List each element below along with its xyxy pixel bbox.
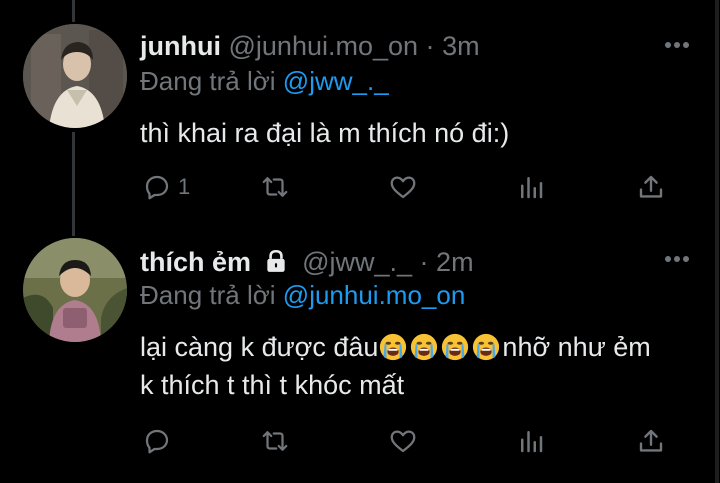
avatar[interactable] [23,24,127,128]
tweet-text-line: k thích t thì t khóc mất [140,370,405,400]
tweet-text: lại càng k được đâu nhỡ như ẻm k thích t … [140,328,710,404]
tweet-actions: 1 [140,170,680,210]
reply-bubble-icon [145,429,169,454]
replying-to: Đang trả lời @jww_._ [140,66,389,96]
tweet-text-line: thì khai ra đại là m thích nó đi:) [140,118,510,148]
loudly-crying-face-emoji [473,333,500,361]
share-button[interactable] [636,424,666,458]
heart-icon [390,176,416,199]
like-button[interactable] [388,424,418,458]
lock-icon [266,249,285,272]
share-icon [639,429,663,452]
reply-mention-link[interactable]: @junhui.mo_on [283,280,466,310]
tweet-header: junhui @junhui.mo_on · 3m [140,30,480,62]
scrollbar[interactable] [714,0,720,483]
avatar[interactable] [23,238,127,342]
display-name[interactable]: junhui [140,31,221,61]
replying-to: Đang trả lời @junhui.mo_on [140,280,465,310]
avatar-photo [23,238,127,342]
analytics-icon [521,431,543,453]
replying-to-label: Đang trả lời [140,66,276,96]
loudly-crying-face-emoji [442,333,469,361]
separator-dot: · [419,247,429,277]
analytics-icon [521,177,543,199]
retweet-button[interactable] [260,170,290,204]
retweet-icon [262,177,288,197]
tweet-jww[interactable]: thích ẻm @jww_._ · 2m Đang trả lời @junh… [0,236,720,483]
tweet-text-segment: nhỡ như ẻm [502,332,651,362]
loudly-crying-face-emoji [411,333,438,361]
tweet-text: thì khai ra đại là m thích nó đi:) [140,114,710,152]
share-icon [639,175,663,198]
reply-count: 1 [178,174,191,199]
display-name[interactable]: thích ẻm [140,247,251,277]
tweet-text-segment: lại càng k được đâu [140,332,379,362]
user-handle[interactable]: @junhui.mo_on [229,31,419,61]
tweet-header: thích ẻm @jww_._ · 2m [140,246,474,278]
retweet-icon [262,431,288,451]
heart-icon [390,430,416,453]
loudly-crying-face-emoji [380,333,407,361]
like-button[interactable] [388,170,418,204]
more-horizontal-icon[interactable] [664,40,690,50]
tweet-actions [140,424,680,464]
avatar-photo [23,24,127,128]
reply-bubble-icon [145,175,169,200]
tweet-junhui[interactable]: junhui @junhui.mo_on · 3m Đang trả lời @… [0,0,720,236]
reply-mention-link[interactable]: @jww_._ [283,66,389,96]
timestamp[interactable]: 2m [436,247,474,277]
views-button[interactable] [516,170,546,204]
retweet-button[interactable] [260,424,290,458]
tweet-text-line: lại càng k được đâu nhỡ như ẻm [140,328,710,366]
reply-button[interactable]: 1 [142,170,190,204]
user-handle[interactable]: @jww_._ [302,247,412,277]
share-button[interactable] [636,170,666,204]
more-horizontal-icon[interactable] [664,254,690,264]
timestamp[interactable]: 3m [442,31,480,61]
scrollbar-thumb[interactable] [715,0,719,483]
views-button[interactable] [516,424,546,458]
separator-dot: · [425,31,435,61]
reply-button[interactable] [142,424,178,458]
replying-to-label: Đang trả lời [140,280,276,310]
